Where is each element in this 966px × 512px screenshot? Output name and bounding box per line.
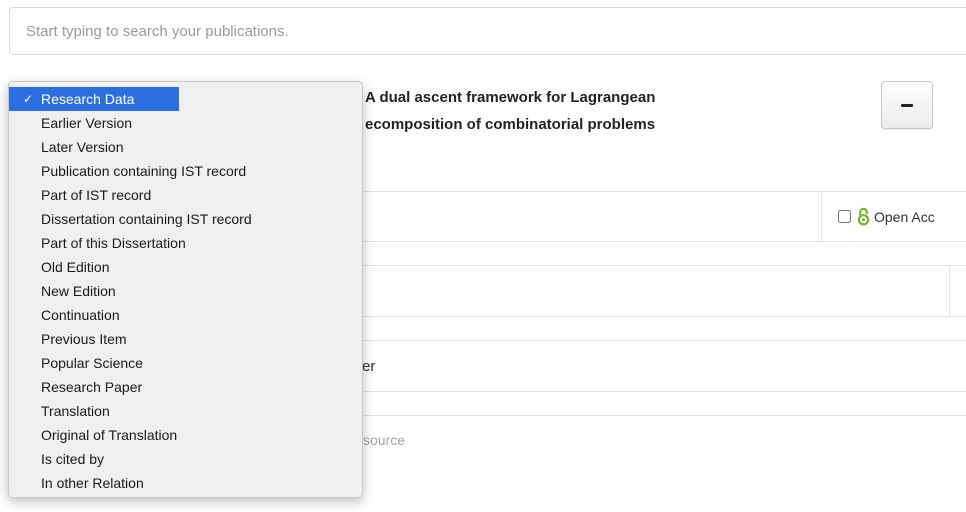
publication-title: A dual ascent framework for Lagrangean e… — [365, 84, 785, 138]
dropdown-option[interactable]: New Edition — [9, 279, 362, 303]
dropdown-option-label: Part of this Dissertation — [41, 235, 186, 251]
open-access-checkbox[interactable] — [838, 210, 851, 223]
dropdown-option[interactable]: In other Relation — [9, 471, 362, 495]
dropdown-option[interactable]: Original of Translation — [9, 423, 362, 447]
dropdown-option-label: In other Relation — [41, 475, 144, 491]
dropdown-option-label: Dissertation containing IST record — [41, 211, 252, 227]
dropdown-option[interactable]: Dissertation containing IST record — [9, 207, 362, 231]
dropdown-option[interactable]: Translation — [9, 399, 362, 423]
dropdown-option[interactable]: Publication containing IST record — [9, 159, 362, 183]
dropdown-option-label: Translation — [41, 403, 110, 419]
dropdown-option[interactable]: Old Edition — [9, 255, 362, 279]
open-access-label: Open Acc — [874, 208, 935, 225]
dropdown-option[interactable]: Research Paper — [9, 375, 362, 399]
remove-button[interactable] — [881, 81, 933, 129]
dropdown-option[interactable]: Continuation — [9, 303, 362, 327]
dropdown-option-label: Old Edition — [41, 259, 110, 275]
dropdown-option-label: New Edition — [41, 283, 116, 299]
dropdown-option-label: Is cited by — [41, 451, 105, 467]
relation-type-value: er — [362, 358, 376, 375]
dropdown-option[interactable]: Previous Item — [9, 327, 362, 351]
dropdown-option-label: Part of IST record — [41, 187, 152, 203]
dropdown-option[interactable]: Part of this Dissertation — [9, 231, 362, 255]
dropdown-option-label: Popular Science — [41, 355, 143, 371]
row-divider — [821, 192, 822, 241]
dropdown-option-label: Earlier Version — [41, 115, 133, 131]
page: A dual ascent framework for Lagrangean e… — [0, 0, 966, 512]
dropdown-option-label: Previous Item — [41, 331, 127, 347]
source-hint-text: source — [363, 432, 406, 448]
minus-icon — [901, 103, 913, 107]
open-access-option: Open Acc — [838, 207, 935, 226]
dropdown-option-label: Research Paper — [41, 379, 143, 395]
dropdown-option-label: Continuation — [41, 307, 120, 323]
dropdown-option[interactable]: ✓ Research Data — [9, 87, 179, 111]
dropdown-option-label: Publication containing IST record — [41, 163, 247, 179]
publication-title-line2: ecomposition of combinatorial problems — [365, 116, 656, 133]
row-divider — [949, 266, 950, 316]
publication-title-line1: A dual ascent framework for Lagrangean — [365, 89, 656, 106]
search-input[interactable] — [9, 7, 966, 55]
relation-type-dropdown-menu[interactable]: ✓ Research Data Earlier Version Later Versi… — [8, 81, 363, 498]
dropdown-option-label: Original of Translation — [41, 427, 178, 443]
open-access-icon — [857, 207, 870, 226]
dropdown-option-label: Research Data — [41, 91, 135, 107]
checkmark-icon: ✓ — [23, 92, 34, 106]
dropdown-option[interactable]: Part of IST record — [9, 183, 362, 207]
dropdown-option[interactable]: Later Version — [9, 135, 362, 159]
dropdown-option[interactable]: Popular Science — [9, 351, 362, 375]
dropdown-option-label: Later Version — [41, 139, 124, 155]
dropdown-option[interactable]: Is cited by — [9, 447, 362, 471]
dropdown-option[interactable]: Earlier Version — [9, 111, 362, 135]
